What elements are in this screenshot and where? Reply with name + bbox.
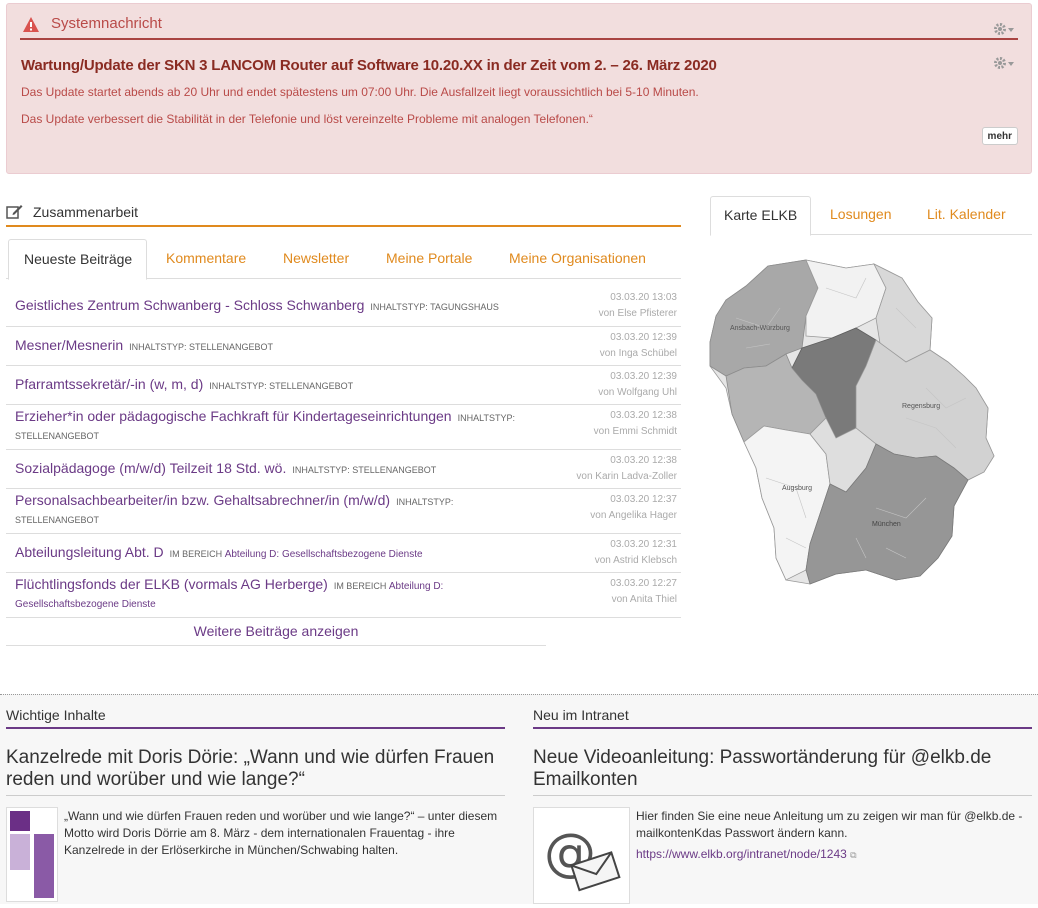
divider	[6, 795, 505, 796]
list-item: Erzieher*in oder pädagogische Fachkraft …	[6, 405, 681, 450]
tab-lit-kalender[interactable]: Lit. Kalender	[927, 196, 1006, 235]
new-in-intranet: Neu im Intranet Neue Videoanleitung: Pas…	[533, 695, 1032, 905]
post-meta: 03.03.20 12:39 von Inga Schübel	[599, 332, 677, 359]
post-title-link[interactable]: Erzieher*in oder pädagogische Fachkraft …	[15, 408, 515, 424]
system-message-header: Systemnachricht	[20, 14, 1018, 40]
tab-newsletter[interactable]: Newsletter	[283, 239, 349, 279]
system-message: Systemnachricht Wartung/Update der SKN 3…	[6, 3, 1032, 174]
post-meta: 03.03.20 12:38 von Emmi Schmidt	[593, 410, 677, 437]
email-icon[interactable]: @	[533, 807, 630, 904]
post-list: Geistliches Zentrum Schwanberg - Schloss…	[6, 287, 681, 618]
map-label-augsburg: Augsburg	[782, 485, 812, 492]
right-tabs: Karte ELKB Losungen Lit. Kalender	[710, 196, 1032, 236]
system-message-paragraph: Das Update startet abends ab 20 Uhr und …	[21, 85, 699, 99]
post-meta: 03.03.20 12:38 von Karin Ladva-Zoller	[576, 455, 677, 482]
gear-icon[interactable]	[993, 22, 1015, 36]
divider	[533, 795, 1032, 796]
article-title[interactable]: Kanzelrede mit Doris Dörie: „Wann und wi…	[6, 747, 505, 791]
edit-icon	[6, 205, 23, 219]
list-item: Abteilungsleitung Abt. D IM BEREICH Abtei…	[6, 534, 681, 573]
article-teaser: Hier finden Sie eine neue Anleitung um z…	[636, 809, 1023, 840]
map-label-ansbach: Ansbach-Würzburg	[730, 325, 790, 332]
list-item: Flüchtlingsfonds der ELKB (vormals AG He…	[6, 573, 681, 618]
tab-my-organisations[interactable]: Meine Organisationen	[509, 239, 646, 279]
external-link-icon: ⧉	[850, 850, 857, 860]
system-message-label: Systemnachricht	[51, 15, 162, 32]
warning-icon	[23, 17, 39, 32]
tab-losungen[interactable]: Losungen	[830, 196, 892, 235]
post-title-link[interactable]: Personalsachbearbeiter/in bzw. Gehaltsab…	[15, 492, 453, 508]
post-type: STELLENANGEBOT	[15, 515, 100, 525]
map-label-muenchen: München	[872, 521, 901, 528]
elkb-map[interactable]: Ansbach-Würzburg Regensburg Augsburg Mün…	[706, 258, 1032, 590]
list-item: Geistliches Zentrum Schwanberg - Schloss…	[6, 287, 681, 327]
section-heading: Neu im Intranet	[533, 705, 1032, 729]
post-title-link[interactable]: Pfarramtssekretär/-in (w, m, d) INHALTSTY…	[15, 376, 353, 392]
collab-tabs: Neueste Beiträge Kommentare Newsletter M…	[6, 239, 681, 280]
system-message-heading: Wartung/Update der SKN 3 LANCOM Router a…	[21, 57, 717, 74]
map-label-regensburg: Regensburg	[902, 403, 940, 410]
system-message-paragraph: Das Update verbessert die Stabilität in …	[21, 112, 593, 126]
post-area[interactable]: Gesellschaftsbezogene Dienste	[15, 599, 156, 610]
post-meta: 03.03.20 12:31 von Astrid Klebsch	[594, 539, 677, 566]
important-content: Wichtige Inhalte Kanzelrede mit Doris Dö…	[6, 695, 505, 905]
post-title-link[interactable]: Geistliches Zentrum Schwanberg - Schloss…	[15, 297, 499, 313]
article-link[interactable]: https://www.elkb.org/intranet/node/1243 …	[636, 847, 857, 861]
tab-my-portals[interactable]: Meine Portale	[386, 239, 472, 279]
post-meta: 03.03.20 13:03 von Else Pfisterer	[598, 292, 677, 319]
collab-header: Zusammenarbeit	[6, 202, 681, 227]
post-meta: 03.03.20 12:37 von Angelika Hager	[590, 494, 677, 521]
post-type: STELLENANGEBOT	[15, 431, 100, 441]
post-title-link[interactable]: Flüchtlingsfonds der ELKB (vormals AG He…	[15, 576, 443, 592]
gear-icon[interactable]	[993, 56, 1015, 70]
post-title-link[interactable]: Abteilungsleitung Abt. D IM BEREICH Abtei…	[15, 544, 423, 560]
tab-comments[interactable]: Kommentare	[166, 239, 246, 279]
post-title-link[interactable]: Mesner/Mesnerin INHALTSTYP: STELLENANGEBO…	[15, 337, 273, 353]
tab-karte-elkb[interactable]: Karte ELKB	[710, 196, 812, 236]
list-item: Personalsachbearbeiter/in bzw. Gehaltsab…	[6, 489, 681, 534]
collab-title: Zusammenarbeit	[33, 204, 139, 220]
bottom-section: Wichtige Inhalte Kanzelrede mit Doris Dö…	[0, 694, 1038, 904]
article-title[interactable]: Neue Videoanleitung: Passwortänderung fü…	[533, 747, 1032, 791]
more-posts-link[interactable]: Weitere Beiträge anzeigen	[6, 617, 546, 646]
tab-newest-posts[interactable]: Neueste Beiträge	[8, 239, 148, 280]
post-title-link[interactable]: Sozialpädagoge (m/w/d) Teilzeit 18 Std. …	[15, 460, 436, 476]
list-item: Mesner/Mesnerin INHALTSTYP: STELLENANGEBO…	[6, 327, 681, 366]
section-heading: Wichtige Inhalte	[6, 705, 505, 729]
post-meta: 03.03.20 12:27 von Anita Thiel	[610, 578, 677, 605]
article-thumbnail[interactable]	[6, 807, 58, 902]
more-button[interactable]: mehr	[981, 127, 1018, 145]
list-item: Pfarramtssekretär/-in (w, m, d) INHALTSTY…	[6, 366, 681, 405]
post-meta: 03.03.20 12:39 von Wolfgang Uhl	[598, 371, 677, 398]
article-teaser: „Wann und wie dürfen Frauen reden und wo…	[64, 809, 498, 857]
list-item: Sozialpädagoge (m/w/d) Teilzeit 18 Std. …	[6, 450, 681, 489]
